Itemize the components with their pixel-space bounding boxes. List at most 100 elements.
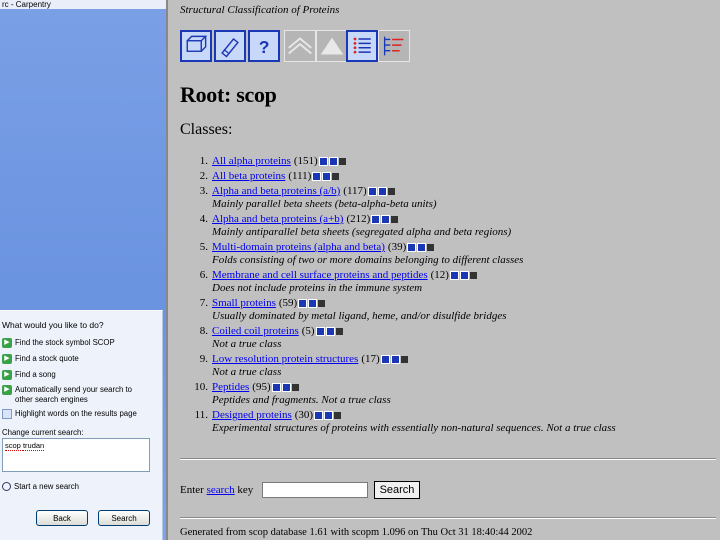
class-description: Mainly antiparallel beta sheets (segrega… [212, 226, 512, 238]
magnifier-icon [2, 482, 11, 492]
class-structure-icon[interactable] [308, 298, 318, 308]
up-triangle-icon [320, 37, 344, 55]
class-expand-icon[interactable] [335, 327, 343, 335]
top-level-button[interactable] [284, 30, 316, 62]
class-expand-icon[interactable] [427, 243, 435, 251]
class-info-icon[interactable] [407, 242, 417, 252]
class-description: Experimental structures of proteins with… [212, 422, 616, 434]
class-item: 6. Membrane and cell surface proteins and… [178, 269, 718, 294]
footer-text: Generated from scop database 1.61 with s… [180, 527, 533, 538]
class-info-icon[interactable] [367, 186, 377, 196]
option-find-song[interactable]: ▶ Find a song [2, 370, 147, 380]
class-link[interactable]: Alpha and beta proteins (a+b) [212, 213, 343, 225]
search-help-link[interactable]: search [207, 484, 235, 496]
new-search-link[interactable]: Start a new search [2, 482, 79, 492]
search-prompt: What would you like to do? [2, 320, 104, 330]
search-key-input[interactable] [262, 482, 368, 498]
class-structure-icon[interactable] [381, 214, 391, 224]
class-info-icon[interactable] [314, 410, 324, 420]
class-item: 2. All beta proteins (111) [178, 170, 718, 183]
class-info-icon[interactable] [271, 382, 281, 392]
class-info-icon[interactable] [318, 156, 328, 166]
class-count: (151) [293, 155, 318, 167]
class-link[interactable]: Membrane and cell surface proteins and p… [212, 269, 428, 281]
class-item: 5. Multi-domain proteins (alpha and beta)… [178, 241, 718, 266]
class-structure-icon[interactable] [328, 156, 338, 166]
class-structure-icon[interactable] [324, 410, 334, 420]
classes-heading: Classes: [180, 121, 233, 138]
class-info-icon[interactable] [449, 270, 459, 280]
class-structure-icon[interactable] [325, 326, 335, 336]
class-number: 8. [199, 325, 208, 337]
option-find-stock-symbol[interactable]: ▶ Find the stock symbol SCOP [2, 338, 147, 348]
class-number: 10. [194, 381, 208, 393]
class-count: (30) [294, 409, 314, 421]
lineage-button[interactable] [346, 30, 378, 62]
class-item: 8. Coiled coil proteins (5) Not a true clas… [178, 325, 718, 350]
class-structure-icon[interactable] [417, 242, 427, 252]
list-icon [353, 37, 371, 54]
structure-button[interactable] [180, 30, 212, 62]
class-link[interactable]: All alpha proteins [212, 155, 291, 167]
class-expand-icon[interactable] [387, 187, 395, 195]
class-expand-icon[interactable] [334, 411, 342, 419]
scop-page: Structural Classification of Proteins ? … [166, 0, 720, 540]
class-info-icon[interactable] [371, 214, 381, 224]
search-button[interactable]: Search [374, 481, 420, 499]
class-link[interactable]: Alpha and beta proteins (a/b) [212, 185, 340, 197]
class-info-icon[interactable] [298, 298, 308, 308]
back-button[interactable]: Back [36, 510, 88, 526]
class-description: Mainly parallel beta sheets (beta-alpha-… [212, 198, 437, 210]
tree-list-icon [383, 36, 404, 56]
class-expand-icon[interactable] [400, 355, 408, 363]
edit-button[interactable] [214, 30, 246, 62]
class-link[interactable]: Low resolution protein structures [212, 353, 358, 365]
page-title: Root: scop [180, 82, 277, 107]
help-button[interactable]: ? [248, 30, 280, 62]
class-expand-icon[interactable] [338, 157, 346, 165]
class-number: 6. [199, 269, 208, 281]
class-count: (17) [361, 353, 380, 365]
class-link[interactable]: Designed proteins [212, 409, 292, 421]
option-highlight-words[interactable]: Highlight words on the results page [2, 409, 147, 419]
class-count: (95) [252, 381, 271, 393]
class-description: Folds consisting of two or more domains … [212, 254, 524, 266]
svg-text:?: ? [259, 37, 270, 57]
class-item: 9. Low resolution protein structures (17) N… [178, 353, 718, 378]
class-structure-icon[interactable] [459, 270, 469, 280]
class-item: 1. All alpha proteins (151) [178, 155, 718, 168]
class-structure-icon[interactable] [322, 171, 332, 181]
class-count: (12) [430, 269, 449, 281]
class-link[interactable]: Peptides [212, 381, 249, 393]
class-info-icon[interactable] [380, 354, 390, 364]
class-structure-icon[interactable] [281, 382, 291, 392]
arrow-icon: ▶ [2, 354, 12, 364]
class-info-icon[interactable] [312, 171, 322, 181]
class-expand-icon[interactable] [391, 215, 399, 223]
class-structure-icon[interactable] [390, 354, 400, 364]
search-textarea[interactable]: scop trudan [2, 438, 150, 472]
highlight-icon [2, 409, 12, 419]
arrow-icon: ▶ [2, 370, 12, 380]
pane-search-button[interactable]: Search [98, 510, 150, 526]
up-level-button[interactable] [316, 30, 348, 62]
class-count: (39) [387, 241, 407, 253]
option-find-stock-quote[interactable]: ▶ Find a stock quote [2, 354, 147, 364]
class-expand-icon[interactable] [332, 172, 340, 180]
class-number: 3. [199, 185, 208, 197]
class-link[interactable]: All beta proteins [212, 170, 285, 182]
class-link[interactable]: Multi-domain proteins (alpha and beta) [212, 241, 385, 253]
class-info-icon[interactable] [315, 326, 325, 336]
class-structure-icon[interactable] [377, 186, 387, 196]
tree-button[interactable] [378, 30, 410, 62]
class-description: Not a true class [212, 366, 282, 378]
class-link[interactable]: Coiled coil proteins [212, 325, 299, 337]
arrow-icon: ▶ [2, 338, 12, 348]
class-expand-icon[interactable] [291, 383, 299, 391]
class-expand-icon[interactable] [318, 299, 326, 307]
class-item: 3. Alpha and beta proteins (a/b) (117) Main… [178, 185, 718, 210]
class-link[interactable]: Small proteins [212, 297, 276, 309]
class-expand-icon[interactable] [469, 271, 477, 279]
option-send-to-other-engines[interactable]: ▶ Automatically send your search to other… [2, 385, 147, 405]
page-header: Structural Classification of Proteins [180, 4, 340, 16]
